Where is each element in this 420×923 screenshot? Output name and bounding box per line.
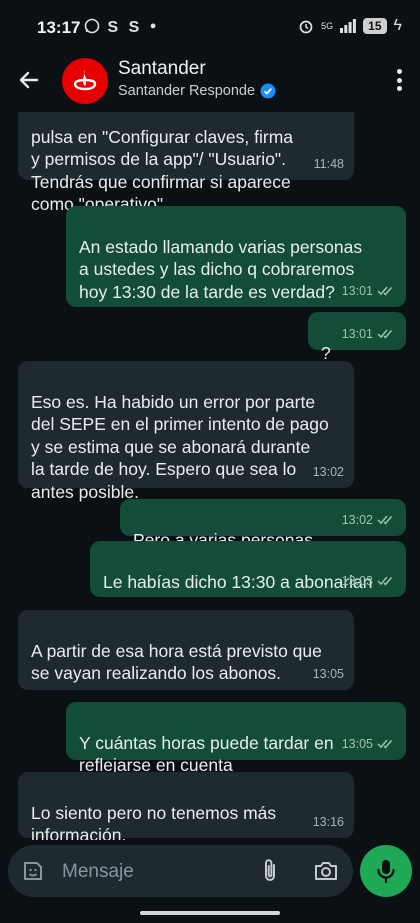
alarm-icon	[299, 20, 313, 34]
battery-level: 15	[363, 18, 387, 34]
message-text: Le habías dicho 13:30 a abonarian	[103, 571, 373, 592]
santander-flame-logo	[73, 70, 97, 91]
message-outgoing[interactable]: Y cuántas horas puede tardar en reflejar…	[66, 702, 406, 775]
message-input[interactable]	[60, 857, 254, 887]
message-meta: 13:16	[313, 811, 344, 834]
message-outgoing[interactable]: Pero a varias personas 13:02	[120, 499, 406, 550]
charging-icon: ϟ	[393, 17, 402, 34]
message-incoming[interactable]: Eso es. Ha habido un error por parte del…	[18, 361, 354, 502]
message-text: pulsa en "Configurar claves, firma y per…	[31, 126, 294, 215]
message-time: 11:48	[313, 156, 344, 171]
sticker-emoji-icon[interactable]	[21, 859, 45, 883]
message-outgoing[interactable]: ? 13:01	[308, 312, 406, 363]
status-time: 13:17	[37, 18, 81, 37]
message-meta: 11:48	[314, 153, 344, 176]
message-text: An estado llamando varias personas a ust…	[79, 236, 363, 302]
message-meta: 13:03	[342, 570, 396, 593]
avatar[interactable]	[62, 58, 108, 104]
dot-icon: ●	[149, 20, 157, 32]
camera-icon[interactable]	[313, 859, 339, 883]
back-arrow-icon[interactable]	[17, 68, 41, 92]
message-time: 13:02	[312, 464, 344, 479]
message-text: A partir de esa hora está previsto que s…	[31, 640, 322, 684]
message-list[interactable]: pulsa en "Configurar claves, firma y per…	[0, 112, 420, 840]
microphone-button[interactable]	[360, 845, 412, 897]
read-ticks-icon	[377, 576, 393, 586]
status-right: 5G 15 ϟ	[298, 17, 402, 35]
message-outgoing[interactable]: Le habías dicho 13:30 a abonarian 13:03	[90, 541, 406, 597]
message-incoming[interactable]: Lo siento pero no tenemos más informació…	[18, 772, 354, 841]
read-ticks-icon	[377, 739, 393, 749]
contact-subtitle-text: Santander Responde	[118, 83, 256, 99]
verified-badge-icon	[260, 83, 276, 99]
contact-name[interactable]: Santander	[118, 58, 206, 80]
signal-icon	[340, 19, 357, 33]
message-meta: 13:05	[342, 733, 396, 756]
message-meta: 13:01	[342, 323, 396, 346]
gesture-nav-bar[interactable]	[140, 911, 280, 915]
message-text: ?	[321, 342, 331, 363]
whatsapp-icon	[84, 18, 100, 34]
message-text: Lo siento pero no tenemos más informació…	[31, 802, 277, 841]
message-time: 13:01	[341, 326, 373, 341]
message-incoming[interactable]: pulsa en "Configurar claves, firma y per…	[18, 112, 354, 214]
message-time: 13:05	[341, 736, 373, 751]
notification-icons: S S ●	[84, 18, 156, 37]
message-time: 13:02	[341, 512, 373, 527]
microphone-icon	[377, 860, 395, 884]
message-time: 13:03	[341, 573, 373, 588]
message-text: Y cuántas horas puede tardar en reflejar…	[79, 732, 334, 776]
message-meta: 13:05	[313, 663, 344, 686]
message-text: Eso es. Ha habido un error por parte del…	[31, 391, 329, 502]
message-composer	[8, 845, 353, 897]
read-ticks-icon	[377, 329, 393, 339]
paperclip-icon[interactable]	[258, 858, 282, 884]
message-meta: 13:01	[342, 280, 396, 303]
message-time: 13:16	[312, 814, 344, 829]
message-incoming[interactable]: A partir de esa hora está previsto que s…	[18, 610, 354, 690]
more-options-icon[interactable]	[396, 69, 402, 91]
network-type: 5G	[321, 21, 334, 31]
message-meta: 13:02	[313, 461, 344, 484]
message-time: 13:05	[312, 666, 344, 681]
message-meta: 13:02	[342, 509, 396, 532]
chat-header: Santander Santander Responde	[0, 48, 420, 112]
message-time: 13:01	[341, 283, 373, 298]
message-outgoing[interactable]: An estado llamando varias personas a ust…	[66, 206, 406, 307]
read-ticks-icon	[377, 286, 393, 296]
contact-subtitle[interactable]: Santander Responde	[118, 83, 276, 99]
notification-s-letters: S S	[107, 19, 143, 36]
read-ticks-icon	[377, 515, 393, 525]
